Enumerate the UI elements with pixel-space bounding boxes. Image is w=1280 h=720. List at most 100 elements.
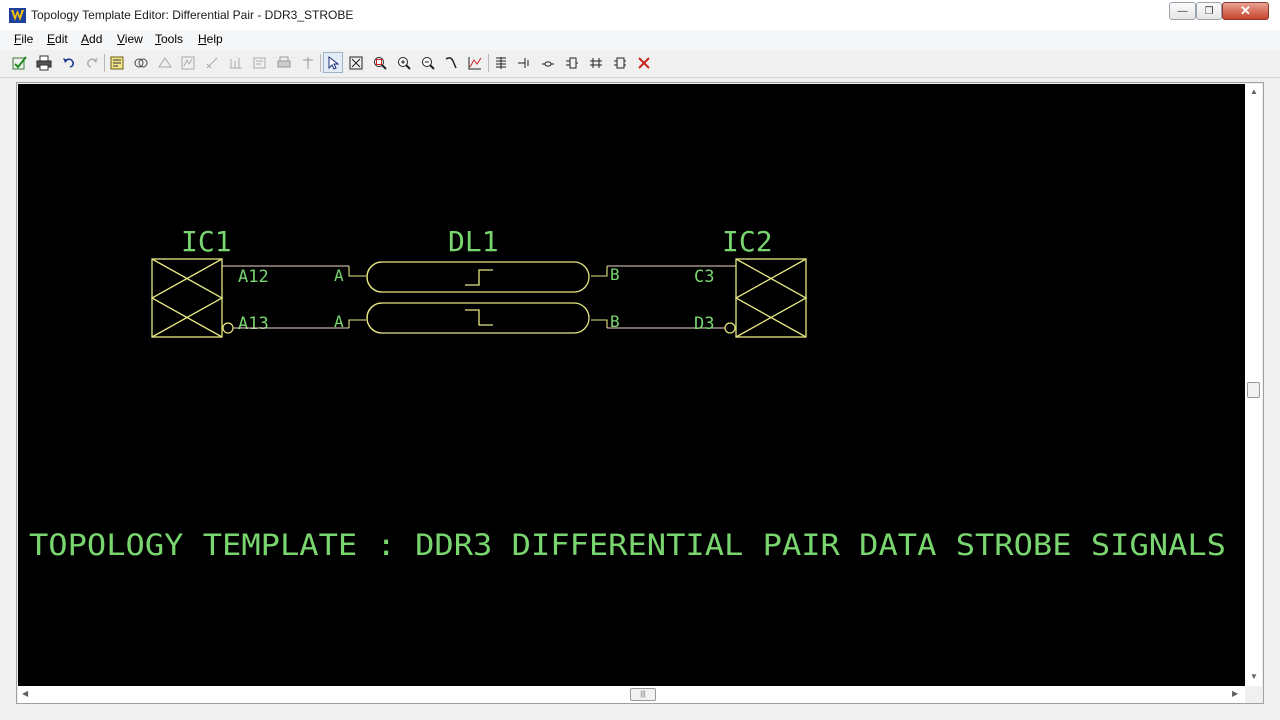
- zoom-out-icon: [422, 56, 435, 70]
- ic1-component[interactable]: IC1 A12 A13: [150, 225, 269, 338]
- dl1-port-a-label: A: [334, 266, 344, 285]
- dl1-port-b-label: B: [610, 265, 620, 284]
- delete-button[interactable]: [634, 52, 654, 73]
- restore-icon: ❐: [1204, 5, 1214, 17]
- ic2-symbol: [734, 258, 808, 338]
- topology-caption: TOPOLOGY TEMPLATE : DDR3 DIFFERENTIAL PA…: [29, 528, 1226, 562]
- scroll-corner: [1245, 686, 1262, 703]
- properties-icon: [110, 56, 124, 69]
- window-title: Topology Template Editor: Differential P…: [31, 8, 354, 22]
- add-diff-pair-button[interactable]: [610, 52, 630, 73]
- print-setup-icon: [277, 56, 291, 67]
- zoom-window-button[interactable]: [370, 52, 390, 73]
- ic2-pin-label: D3: [694, 314, 714, 334]
- add-coupled-icon: [590, 57, 602, 68]
- pin-button[interactable]: [298, 52, 318, 73]
- wire-tool-icon: [445, 56, 457, 68]
- ic1-pin-label: A12: [238, 267, 269, 287]
- menu-help[interactable]: Help: [198, 32, 223, 46]
- report-button[interactable]: [226, 52, 246, 73]
- scroll-right-icon[interactable]: ▶: [1232, 689, 1238, 698]
- add-line-icon: [542, 61, 554, 66]
- vertical-scroll-thumb[interactable]: [1247, 382, 1260, 398]
- redo-button[interactable]: [82, 52, 102, 73]
- scroll-down-icon[interactable]: ▼: [1250, 672, 1258, 681]
- dl1-lead-a-pos: [348, 266, 366, 277]
- dl1-ref-label: DL1: [448, 225, 499, 258]
- waveform-icon: [181, 56, 195, 69]
- scroll-up-icon[interactable]: ▲: [1250, 87, 1258, 96]
- delete-icon: [638, 56, 650, 69]
- redo-icon: [87, 57, 98, 68]
- menu-view[interactable]: View: [117, 32, 143, 46]
- menu-file[interactable]: File: [14, 32, 33, 46]
- toolbar-separator: [320, 54, 321, 72]
- toolbar-separator: [488, 54, 489, 72]
- menu-add[interactable]: Add: [81, 32, 102, 46]
- properties-button[interactable]: [107, 52, 127, 73]
- menu-bar: File Edit Add View Tools Help: [0, 30, 1280, 50]
- dl1-line-neg: [366, 302, 590, 334]
- grip-icon: |||: [640, 691, 646, 698]
- measure-button[interactable]: [202, 52, 222, 73]
- scroll-left-icon[interactable]: ◀: [22, 689, 28, 698]
- add-connector-icon: [566, 57, 578, 68]
- dl1-component[interactable]: DL1 A A B B: [334, 225, 620, 334]
- add-line-button[interactable]: [538, 52, 558, 73]
- report-icon: [230, 57, 242, 68]
- export-icon: [158, 56, 172, 67]
- ic2-component[interactable]: IC2 C3 D3: [694, 225, 808, 338]
- zoom-fit-icon: [349, 56, 363, 69]
- horizontal-scroll-thumb[interactable]: |||: [630, 688, 656, 701]
- graph-icon: [468, 56, 482, 69]
- zoom-fit-button[interactable]: [346, 52, 366, 73]
- dl1-lead-a-neg: [348, 319, 366, 328]
- report2-button[interactable]: [250, 52, 270, 73]
- measure-icon: [206, 57, 218, 68]
- wire-tool-button[interactable]: [441, 52, 461, 73]
- ic2-inverted-pin-marker: [724, 322, 736, 334]
- zoom-window-icon: [374, 56, 387, 70]
- waveform-button[interactable]: [178, 52, 198, 73]
- menu-edit[interactable]: Edit: [47, 32, 68, 46]
- minimize-icon: —: [1177, 5, 1188, 17]
- close-button[interactable]: ✕: [1222, 2, 1269, 20]
- ic1-ref-label: IC1: [181, 225, 232, 258]
- print-setup-button[interactable]: [274, 52, 294, 73]
- add-pin-button[interactable]: [491, 52, 511, 73]
- zoom-in-button[interactable]: [394, 52, 414, 73]
- schematic-canvas[interactable]: IC1 A12 A13 DL1 A A B B IC2 C3 D3 TOPOLO…: [18, 84, 1245, 686]
- add-pin-icon: [496, 56, 506, 69]
- zoom-in-icon: [398, 56, 411, 70]
- graph-button[interactable]: [465, 52, 485, 73]
- zoom-out-button[interactable]: [418, 52, 438, 73]
- select-pointer-button[interactable]: [323, 52, 343, 73]
- ic1-pin-label: A13: [238, 314, 269, 334]
- restore-button[interactable]: ❐: [1196, 2, 1222, 20]
- menu-tools[interactable]: Tools: [155, 32, 183, 46]
- app-logo-icon: [9, 8, 26, 23]
- print-button[interactable]: [34, 52, 54, 73]
- dl1-lead-b-neg: [591, 319, 608, 328]
- minimize-button[interactable]: —: [1169, 2, 1196, 20]
- pin-icon: [303, 56, 313, 69]
- ic2-ref-label: IC2: [722, 225, 773, 258]
- add-terminator-button[interactable]: [514, 52, 534, 73]
- dl1-port-a-label: A: [334, 312, 344, 331]
- undo-icon: [63, 57, 74, 68]
- add-coupled-button[interactable]: [586, 52, 606, 73]
- ic1-symbol: [150, 258, 224, 338]
- export-button[interactable]: [155, 52, 175, 73]
- schematic-drawing: IC1 A12 A13 DL1 A A B B IC2 C3 D3 TOPOLO…: [29, 225, 1226, 562]
- ic1-inverted-pin-marker: [222, 322, 234, 334]
- compare-button[interactable]: [131, 52, 151, 73]
- toolbar: [0, 50, 1280, 78]
- toolbar-separator: [104, 54, 105, 72]
- check-net-button[interactable]: [10, 52, 30, 73]
- add-connector-button[interactable]: [562, 52, 582, 73]
- print-icon: [36, 55, 52, 70]
- undo-button[interactable]: [59, 52, 79, 73]
- check-net-icon: [12, 55, 27, 69]
- compare-icon: [134, 58, 148, 67]
- dl1-line-pos: [366, 261, 590, 293]
